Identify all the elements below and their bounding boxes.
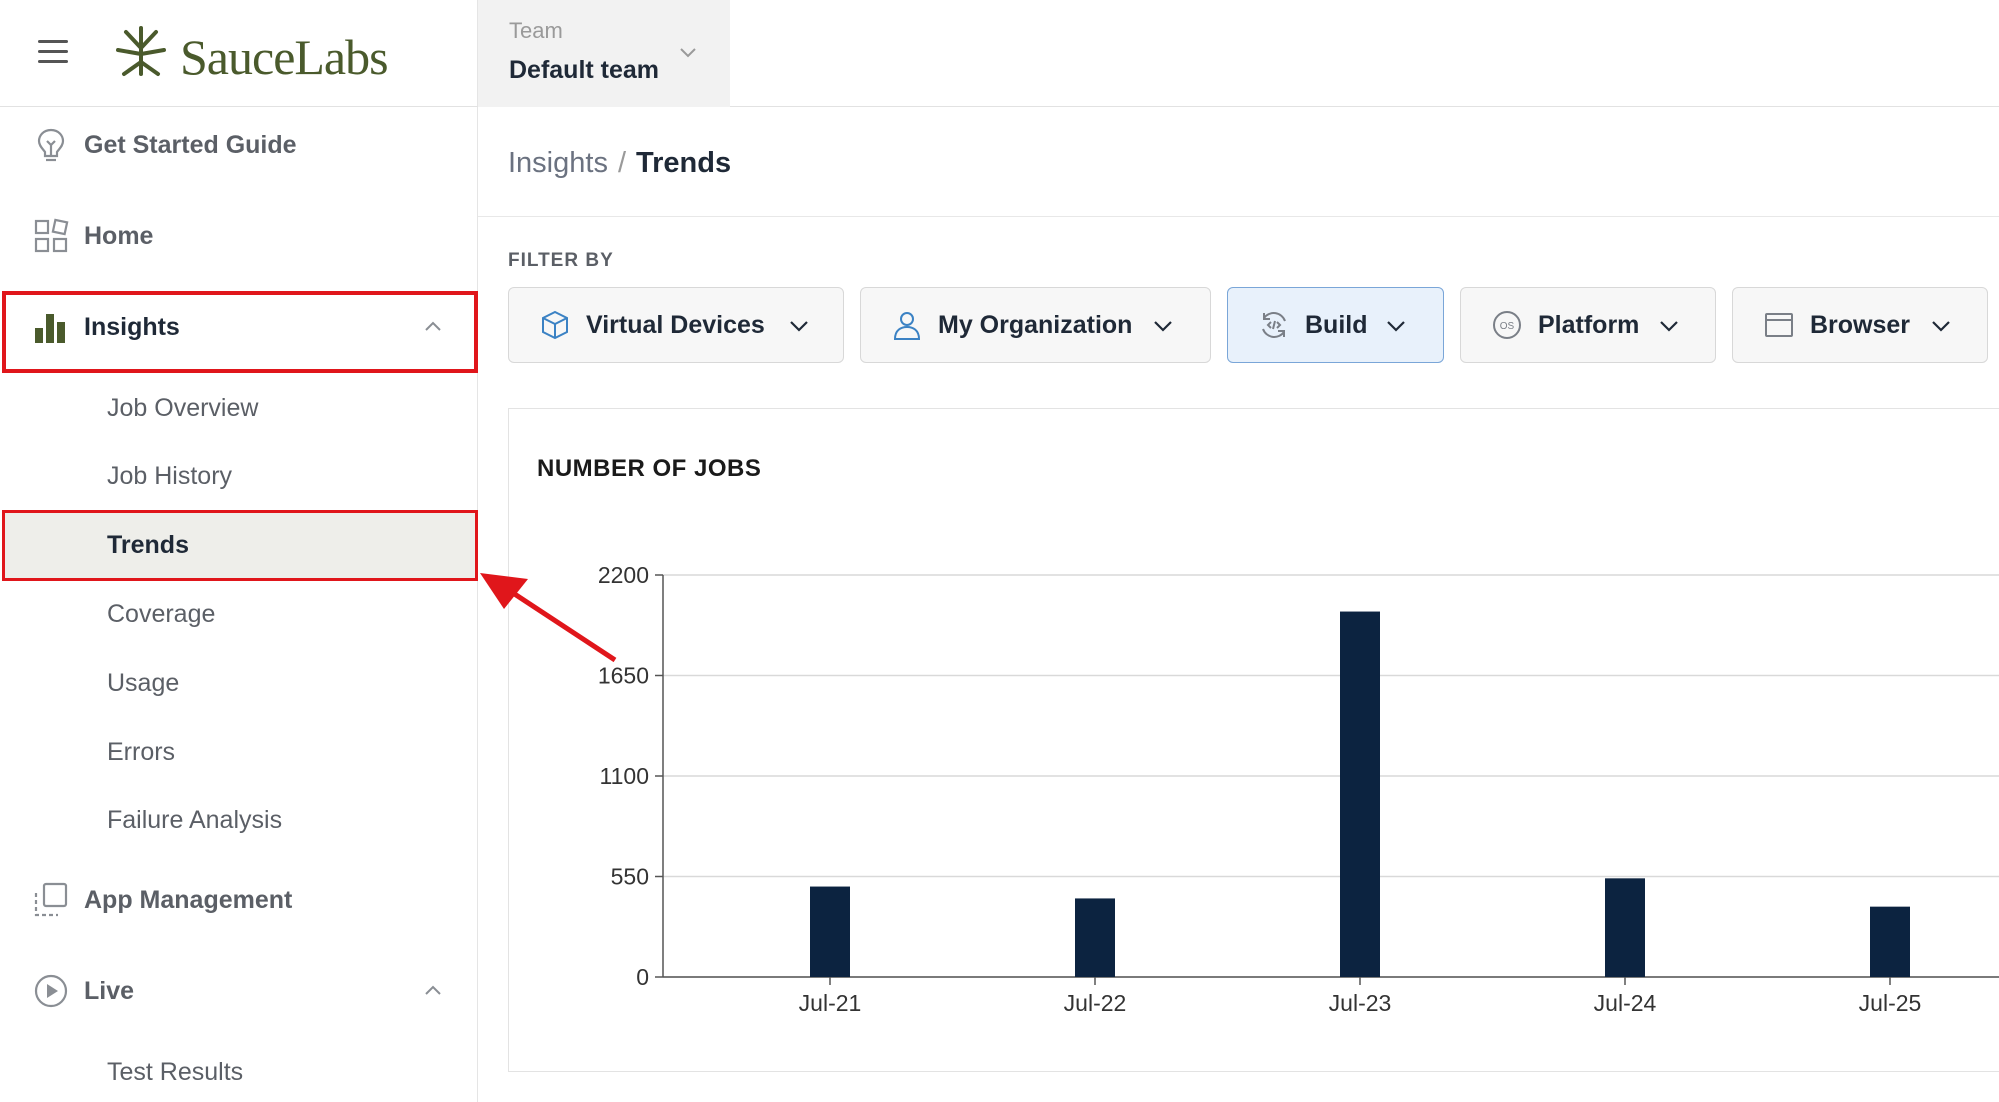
bar bbox=[1340, 611, 1380, 977]
chevron-up-icon[interactable] bbox=[422, 980, 444, 1002]
chevron-down-icon bbox=[1932, 321, 1950, 332]
sidebar-item-label: App Management bbox=[84, 885, 293, 914]
x-tick-label: Jul-23 bbox=[1329, 990, 1392, 1016]
sidebar-item-home[interactable]: Home bbox=[0, 198, 478, 274]
x-tick-label: Jul-25 bbox=[1859, 990, 1922, 1016]
breadcrumb: Insights / Trends bbox=[478, 107, 1999, 217]
build-icon bbox=[1262, 312, 1286, 338]
sidebar-subitem-test-results[interactable]: Test Results bbox=[0, 1038, 478, 1102]
sidebar-subitem-label: Errors bbox=[107, 737, 176, 766]
sidebar-item-app-management[interactable]: App Management bbox=[0, 862, 478, 938]
number-of-jobs-chart: 0550110016502200Jul-21 Jul-22 Jul-23 Jul-24… bbox=[598, 562, 1999, 1016]
sidebar-item-label: Live bbox=[84, 976, 135, 1005]
bar-chart-icon bbox=[35, 314, 65, 343]
cube-icon bbox=[542, 310, 568, 340]
x-tick-label: Jul-22 bbox=[1064, 990, 1127, 1016]
sidebar-item-live[interactable]: Live bbox=[0, 953, 478, 1029]
sidebar: SauceLabs Get Started Guide Home Insight… bbox=[0, 0, 478, 1102]
chevron-down-icon bbox=[680, 48, 696, 58]
sidebar-subitem-label: Test Results bbox=[107, 1057, 244, 1086]
y-tick-label: 0 bbox=[636, 964, 649, 990]
filter-build-button[interactable]: Build bbox=[1227, 287, 1444, 363]
sidebar-subitem-failure-analysis[interactable]: Failure Analysis bbox=[0, 786, 478, 854]
user-icon bbox=[893, 312, 921, 340]
sidebar-item-label: Insights bbox=[84, 312, 180, 341]
topbar: Team Default team bbox=[478, 0, 1999, 107]
filter-browser-button[interactable]: Browser bbox=[1732, 287, 1988, 363]
x-tick-label: Jul-21 bbox=[799, 990, 862, 1016]
sidebar-subitem-label: Coverage bbox=[107, 599, 216, 628]
chevron-down-icon bbox=[1387, 321, 1405, 332]
sidebar-subitem-label: Job Overview bbox=[107, 393, 259, 422]
sidebar-subitem-label: Failure Analysis bbox=[107, 805, 283, 834]
saucelabs-logo-icon bbox=[116, 26, 166, 76]
filter-label: FILTER BY bbox=[508, 250, 614, 271]
chevron-up-icon[interactable] bbox=[422, 316, 444, 338]
app-icon bbox=[34, 882, 68, 917]
team-select-label: Team bbox=[509, 18, 563, 43]
bar bbox=[1075, 898, 1115, 977]
team-select-value: Default team bbox=[509, 56, 660, 84]
sidebar-subitem-usage[interactable]: Usage bbox=[0, 649, 478, 717]
chevron-down-icon bbox=[790, 321, 808, 332]
browser-window-icon bbox=[1765, 313, 1793, 337]
sidebar-subitem-coverage[interactable]: Coverage bbox=[0, 580, 478, 648]
sidebar-subitem-label: Trends bbox=[107, 530, 189, 559]
sidebar-subitem-job-overview[interactable]: Job Overview bbox=[0, 374, 478, 442]
hamburger-menu-icon[interactable] bbox=[38, 40, 68, 64]
play-icon bbox=[34, 974, 68, 1008]
chart-panel: NUMBER OF JOBS 0 550 1100 1650 2200 Jul-21 Jul… bbox=[508, 408, 1999, 1072]
os-icon: OS bbox=[1493, 311, 1521, 339]
chevron-down-icon bbox=[1660, 321, 1678, 332]
sidebar-item-insights[interactable]: Insights bbox=[0, 289, 478, 365]
chevron-down-icon bbox=[1154, 321, 1172, 332]
filter-button-label: Virtual Devices bbox=[586, 310, 765, 339]
svg-text:OS: OS bbox=[1500, 321, 1515, 332]
y-tick-label: 1100 bbox=[600, 763, 649, 789]
breadcrumb-separator: / bbox=[618, 147, 627, 179]
page-title: Trends bbox=[636, 147, 732, 179]
bar bbox=[810, 886, 850, 977]
filter-button-label: Platform bbox=[1538, 310, 1640, 339]
brand-name: SauceLabs bbox=[180, 29, 389, 85]
bar bbox=[1605, 878, 1645, 977]
grid-icon bbox=[34, 218, 69, 253]
sidebar-subitem-trends[interactable]: Trends bbox=[2, 511, 478, 579]
sidebar-subitem-label: Job History bbox=[107, 461, 233, 490]
filter-platform-button[interactable]: OS Platform bbox=[1460, 287, 1716, 363]
sidebar-subitem-label: Usage bbox=[107, 668, 180, 697]
y-tick-label: 550 bbox=[611, 864, 649, 890]
lightbulb-icon bbox=[37, 128, 65, 162]
sidebar-item-label: Home bbox=[84, 221, 154, 250]
x-tick-label: Jul-24 bbox=[1594, 990, 1657, 1016]
sidebar-subitem-errors[interactable]: Errors bbox=[0, 718, 478, 786]
sidebar-subitem-job-history[interactable]: Job History bbox=[0, 442, 478, 510]
annotation-arrow-icon bbox=[480, 573, 617, 663]
filter-button-label: Browser bbox=[1810, 310, 1911, 339]
team-select[interactable]: Team Default team bbox=[478, 0, 730, 107]
sidebar-item-get-started[interactable]: Get Started Guide bbox=[0, 107, 478, 183]
bar bbox=[1870, 906, 1910, 977]
sidebar-item-label: Get Started Guide bbox=[84, 130, 297, 159]
filter-my-organization-button[interactable]: My Organization bbox=[860, 287, 1211, 363]
filter-button-label: My Organization bbox=[938, 310, 1133, 339]
breadcrumb-parent-link[interactable]: Insights bbox=[508, 147, 608, 180]
brand-header: SauceLabs bbox=[0, 0, 478, 107]
filter-virtual-devices-button[interactable]: Virtual Devices bbox=[508, 287, 844, 363]
filter-button-label: Build bbox=[1305, 310, 1368, 339]
